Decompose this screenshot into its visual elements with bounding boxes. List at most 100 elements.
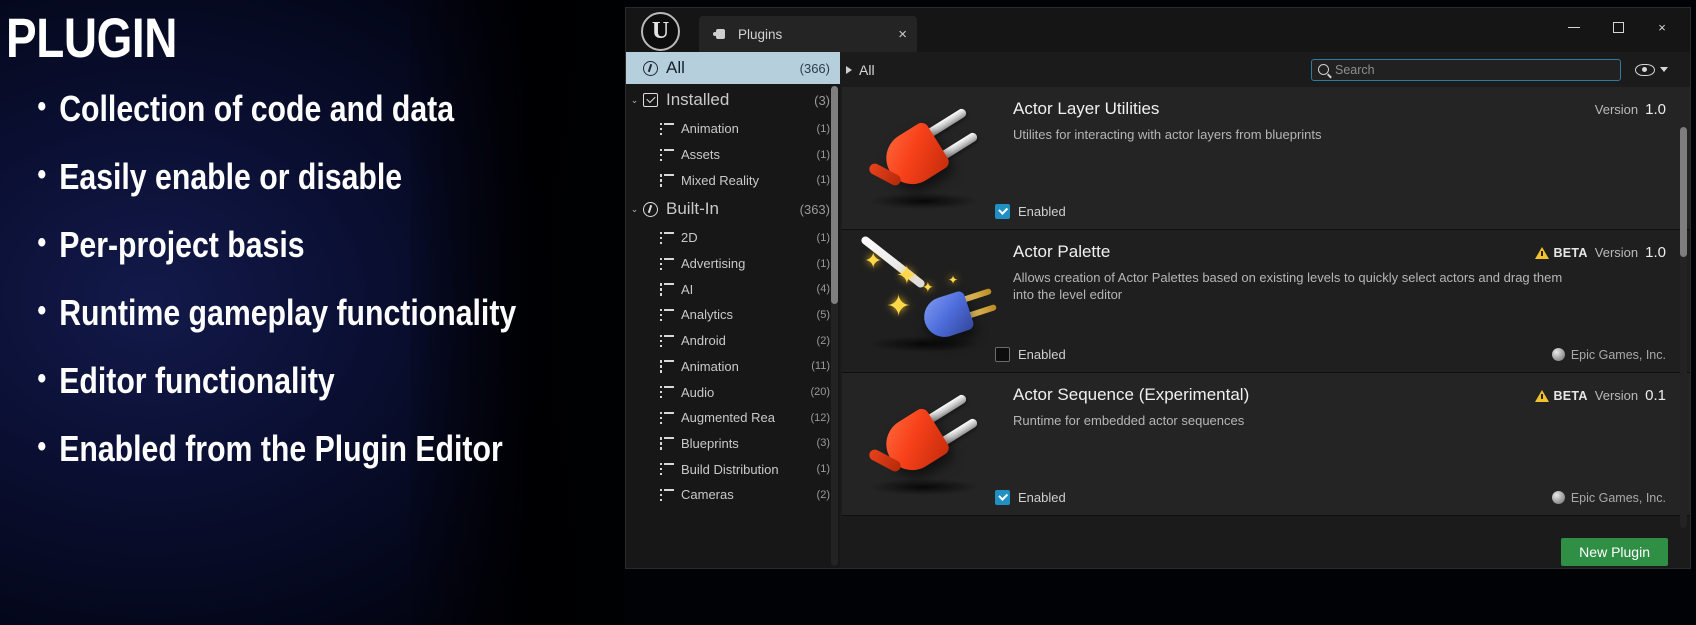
list-scrollbar-thumb[interactable] <box>1680 127 1687 257</box>
sidebar-item-count: (5) <box>816 308 830 321</box>
sidebar-item-count: (366) <box>799 60 830 76</box>
unreal-circle-icon <box>643 60 658 76</box>
category-list-icon <box>660 386 674 399</box>
page-title: PLUGIN <box>6 6 178 69</box>
category-list-icon <box>660 148 674 161</box>
category-list-icon <box>660 174 674 187</box>
category-list-icon <box>660 411 674 425</box>
plug-icon <box>860 387 1005 507</box>
search-box[interactable] <box>1311 58 1621 81</box>
sidebar-item-label: Blueprints <box>681 435 739 451</box>
table-row[interactable]: ✦ ✦ ✦ ✦ ✦ Actor Palette Allows creation … <box>842 230 1690 373</box>
plugin-thumbnail <box>860 387 1005 507</box>
list-item: Easily enable or disable <box>34 156 538 196</box>
unreal-logo-icon: U <box>641 12 680 51</box>
sidebar-item-label: Assets <box>681 147 721 163</box>
sidebar-item-count: (11) <box>811 360 830 373</box>
sidebar-item-installed[interactable]: ⌄ Installed (3) <box>626 84 840 116</box>
search-input[interactable] <box>1335 62 1614 77</box>
category-list-icon <box>660 488 674 502</box>
chevron-down-icon[interactable]: ⌄ <box>626 95 643 106</box>
category-list-icon <box>660 231 674 245</box>
eye-icon <box>1635 63 1655 76</box>
sidebar-item-label: Augmented Rea <box>681 410 775 426</box>
sidebar-item-augmented-reality[interactable]: Augmented Rea (12) <box>626 405 840 431</box>
browser-footer: New Plugin <box>840 534 1690 568</box>
sidebar-item-count: (2) <box>816 488 830 501</box>
sidebar-item-label: Advertising <box>681 256 746 272</box>
sidebar-item-ai[interactable]: AI (4) <box>626 276 840 302</box>
sidebar-item-2d[interactable]: 2D (1) <box>626 225 840 251</box>
sidebar-item-label: Cameras <box>681 487 734 503</box>
sidebar-item-count: (1) <box>816 257 830 270</box>
sidebar-item-built-in[interactable]: ⌄ Built-In (363) <box>626 193 840 225</box>
plugin-thumbnail <box>860 101 1005 221</box>
sidebar-item-label: Audio <box>681 384 715 400</box>
sidebar-item-installed-assets[interactable]: Assets (1) <box>626 142 840 168</box>
checkbox-icon[interactable] <box>995 490 1010 505</box>
sidebar-item-count: (1) <box>816 148 830 161</box>
beta-badge: BETA <box>1535 246 1587 260</box>
sidebar-item-count: (2) <box>816 334 830 347</box>
maximize-button[interactable] <box>1598 14 1638 40</box>
sidebar-item-audio[interactable]: Audio (20) <box>626 379 840 405</box>
new-plugin-button[interactable]: New Plugin <box>1561 538 1668 566</box>
enabled-label: Enabled <box>1018 347 1066 362</box>
version-number: 1.0 <box>1645 101 1666 118</box>
category-list-icon <box>660 283 674 296</box>
sidebar-item-analytics[interactable]: Analytics (5) <box>626 302 840 328</box>
close-tab-icon[interactable]: × <box>876 26 907 43</box>
tab-plugins[interactable]: Plugins × <box>699 16 917 52</box>
version-label: Version <box>1594 102 1639 117</box>
category-list-icon <box>660 257 674 270</box>
table-row[interactable]: Actor Layer Utilities Utilites for inter… <box>842 87 1690 230</box>
plugin-meta: Version 1.0 <box>1595 101 1666 118</box>
enabled-checkbox[interactable]: Enabled <box>995 204 1066 219</box>
table-row[interactable]: Actor Sequence (Experimental) Runtime fo… <box>842 373 1690 516</box>
checkbox-icon[interactable] <box>995 204 1010 219</box>
category-sidebar: All (366) ⌄ Installed (3) Animation (1) … <box>626 52 840 568</box>
enabled-checkbox[interactable]: Enabled <box>995 347 1066 362</box>
sidebar-item-count: (1) <box>816 122 830 135</box>
slide-panel: PLUGIN Collection of code and data Easil… <box>0 0 625 625</box>
vendor-label: Epic Games, Inc. <box>1570 490 1666 505</box>
visibility-options-button[interactable] <box>1635 63 1668 76</box>
plugin-footer: Enabled Epic Games, Inc. <box>860 347 1666 362</box>
breadcrumb[interactable]: All <box>846 62 875 78</box>
sidebar-item-android[interactable]: Android (2) <box>626 328 840 354</box>
plugin-vendor: Epic Games, Inc. <box>1551 490 1666 505</box>
sidebar-item-build-distribution[interactable]: Build Distribution (1) <box>626 456 840 482</box>
chevron-down-icon[interactable]: ⌄ <box>626 204 643 215</box>
magic-wand-plug-icon: ✦ ✦ ✦ ✦ ✦ <box>859 234 1005 364</box>
sidebar-item-installed-animation[interactable]: Animation (1) <box>626 116 840 142</box>
close-window-button[interactable]: × <box>1642 14 1682 40</box>
sidebar-item-label: Android <box>681 333 726 349</box>
search-icon <box>1318 64 1329 75</box>
sidebar-item-installed-mixed-reality[interactable]: Mixed Reality (1) <box>626 167 840 193</box>
warning-icon <box>1535 389 1550 402</box>
sidebar-scrollbar-thumb[interactable] <box>831 86 838 304</box>
minimize-button[interactable] <box>1554 14 1594 40</box>
unreal-circle-icon <box>643 201 658 217</box>
sidebar-item-animation[interactable]: Animation (11) <box>626 354 840 380</box>
plugin-meta: BETA Version 0.1 <box>1535 387 1666 404</box>
sidebar-item-advertising[interactable]: Advertising (1) <box>626 251 840 277</box>
enabled-label: Enabled <box>1018 490 1066 505</box>
enabled-label: Enabled <box>1018 204 1066 219</box>
vendor-label: Epic Games, Inc. <box>1570 347 1666 362</box>
list-item: Per-project basis <box>34 224 538 264</box>
sidebar-item-blueprints[interactable]: Blueprints (3) <box>626 431 840 457</box>
version-number: 0.1 <box>1645 387 1666 404</box>
sidebar-item-cameras[interactable]: Cameras (2) <box>626 482 840 508</box>
list-item: Collection of code and data <box>34 88 538 128</box>
plugin-vendor: Epic Games, Inc. <box>1551 347 1666 362</box>
version-label: Version <box>1594 245 1639 260</box>
chevron-down-icon <box>1660 67 1668 72</box>
plugin-footer: Enabled <box>860 204 1666 219</box>
enabled-checkbox[interactable]: Enabled <box>995 490 1066 505</box>
sidebar-item-all[interactable]: All (366) <box>626 52 840 84</box>
checkbox-icon[interactable] <box>995 347 1010 362</box>
category-list-icon <box>660 308 674 322</box>
sidebar-item-label: Mixed Reality <box>681 172 760 188</box>
version-number: 1.0 <box>1645 244 1666 261</box>
